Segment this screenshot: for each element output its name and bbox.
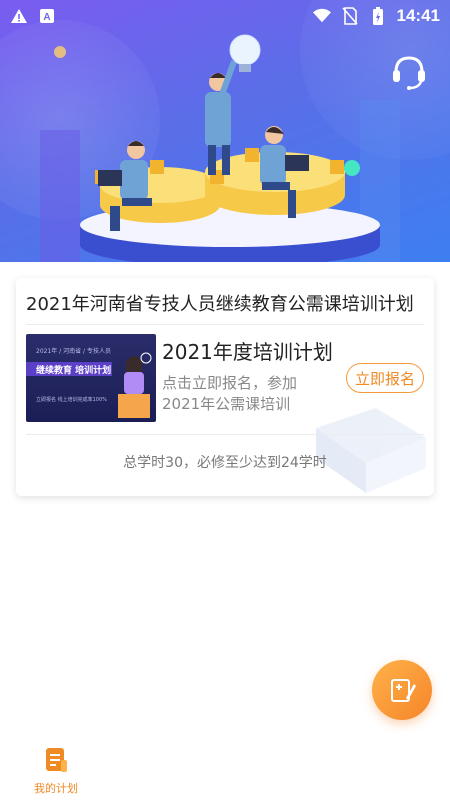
- edit-note-button[interactable]: [372, 660, 432, 720]
- warning-icon: [10, 7, 28, 25]
- wifi-icon: [312, 7, 331, 25]
- plan-description: 点击立即报名，参加2021年公需课培训: [162, 374, 298, 413]
- thumbnail-banner-text: 继续教育 培训计划: [36, 366, 112, 376]
- headset-icon[interactable]: [388, 50, 430, 92]
- teacher-illustration: [118, 352, 152, 418]
- plan-card-title: 2021年河南省专技人员继续教育公需课培训计划: [26, 294, 414, 315]
- plan-thumbnail[interactable]: 2021年 / 河南省 / 专技人员 继续教育 培训计划 立即报名 线上培训完成…: [26, 334, 156, 422]
- hero-illustration: [40, 34, 400, 262]
- no-sim-icon: [341, 7, 359, 25]
- divider: [26, 324, 424, 325]
- status-bar: A 14:41: [0, 0, 450, 32]
- enroll-button[interactable]: 立即报名: [346, 363, 424, 393]
- edit-note-icon: [391, 679, 416, 702]
- plan-name: 2021年度培训计划: [162, 340, 333, 364]
- a-icon: A: [38, 7, 56, 25]
- status-time: 14:41: [396, 6, 440, 25]
- thumbnail-footer-text: 立即报名 线上培训完成率100%: [36, 397, 107, 403]
- credit-summary: 总学时30，必修至少达到24学时: [123, 455, 327, 471]
- thumbnail-small-text: 2021年 / 河南省 / 专技人员: [36, 348, 111, 355]
- bottom-navigation: 我的计划: [0, 742, 450, 800]
- training-plan-card[interactable]: 2021年河南省专技人员继续教育公需课培训计划 2021年 / 河南省 / 专技…: [16, 278, 434, 496]
- svg-text:A: A: [43, 12, 50, 23]
- hero-banner: A 14:41: [0, 0, 450, 262]
- divider: [26, 434, 424, 435]
- battery-charging-icon: [369, 7, 387, 25]
- plan-document-icon: [46, 748, 67, 772]
- nav-item-label: 我的计划: [34, 782, 78, 795]
- nav-item-my-plan[interactable]: 我的计划: [18, 746, 94, 798]
